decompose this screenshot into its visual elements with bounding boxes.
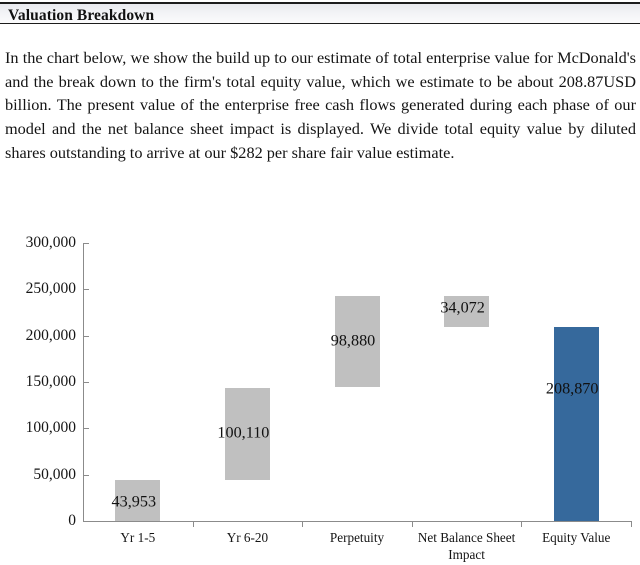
valuation-description-paragraph: In the chart below, we show the build up… bbox=[5, 48, 636, 162]
y-axis-tick-label: 0 bbox=[68, 512, 76, 529]
x-axis-category-label: Net Balance Sheet Impact bbox=[417, 530, 516, 562]
bar-value-label: 34,072 bbox=[440, 298, 485, 317]
x-axis-tick bbox=[192, 521, 194, 527]
x-axis-tick bbox=[521, 521, 523, 527]
x-axis-tick bbox=[302, 521, 304, 527]
x-axis-category-label: Equity Value bbox=[542, 530, 611, 545]
y-axis-tick bbox=[83, 474, 89, 476]
bar-value-label: 98,880 bbox=[330, 331, 376, 350]
y-axis-tick bbox=[83, 243, 89, 244]
y-axis-tick bbox=[83, 289, 89, 291]
chart-plot-area: 300,000 250,000 200,000 150,000 100,000 50,00… bbox=[0, 225, 640, 565]
y-axis-tick-label: 50,000 bbox=[33, 465, 76, 483]
y-axis-tick bbox=[83, 335, 89, 337]
x-axis-category-label: Perpetuity bbox=[329, 530, 385, 545]
y-axis-tick-label: 150,000 bbox=[25, 373, 76, 390]
x-axis-tick bbox=[411, 521, 413, 527]
x-axis-line bbox=[83, 521, 631, 522]
chart-bar bbox=[553, 327, 599, 521]
y-axis-tick-label: 100,000 bbox=[25, 419, 76, 437]
y-axis-tick-label: 300,000 bbox=[25, 234, 76, 251]
x-axis-category-label: Yr 1-5 bbox=[120, 530, 156, 545]
bar-value-label: 43,953 bbox=[111, 492, 157, 511]
section-header-band: Valuation Breakdown bbox=[0, 2, 640, 24]
page-title: Valuation Breakdown bbox=[8, 7, 155, 24]
bar-value-label: 208,870 bbox=[545, 379, 599, 398]
bar-value-label: 100,110 bbox=[217, 423, 270, 442]
y-axis-tick bbox=[83, 382, 89, 383]
x-axis-category-label: Yr 6-20 bbox=[226, 530, 269, 545]
y-axis-tick-label: 250,000 bbox=[25, 280, 76, 298]
y-axis-tick-label: 200,000 bbox=[25, 326, 76, 344]
x-axis-end-tick bbox=[631, 521, 632, 527]
y-axis-tick bbox=[83, 428, 89, 430]
valuation-waterfall-chart: 300,000 250,000 200,000 150,000 100,000 50,00… bbox=[0, 225, 640, 565]
